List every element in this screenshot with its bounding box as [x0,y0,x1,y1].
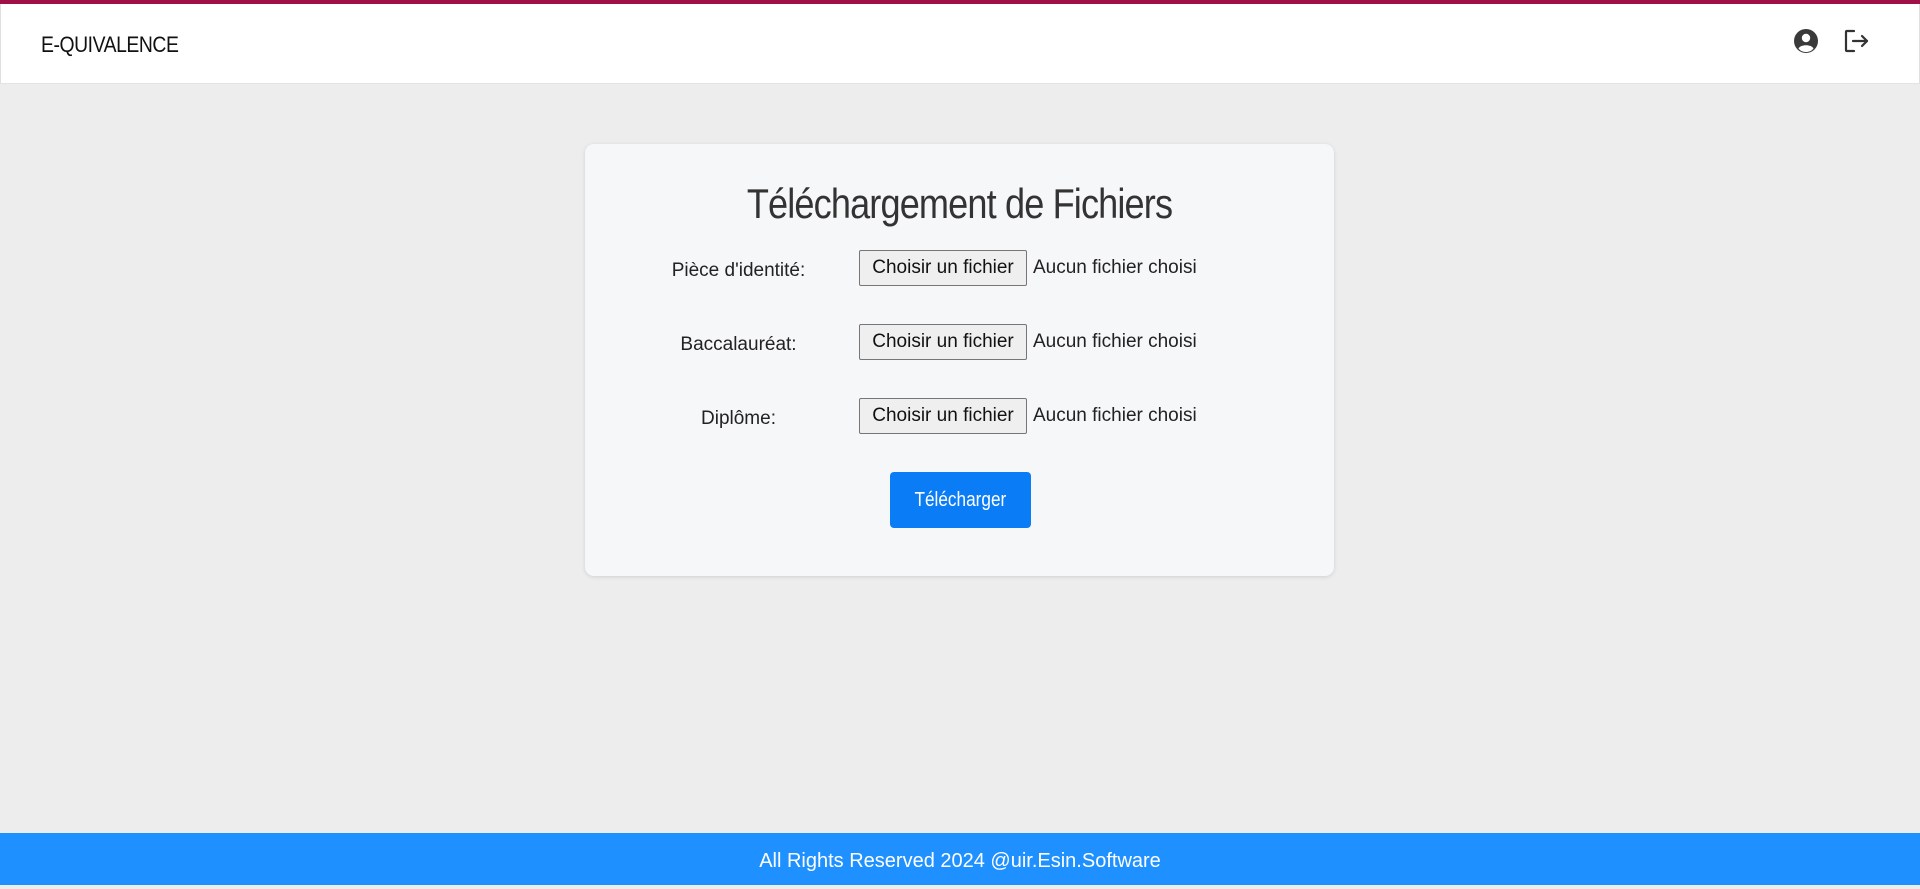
field-label-identity: Pièce d'identité: [671,260,806,281]
field-label-diplome: Diplôme: [701,408,776,429]
footer: All Rights Reserved 2024 @uir.Esin.Softw… [0,833,1920,885]
field-row-identity: Pièce d'identité: Choisir un fichier Auc… [585,250,1334,290]
header: E-QUIVALENCE [0,4,1920,84]
field-label-baccalaureat: Baccalauréat: [680,334,797,355]
upload-submit-button[interactable]: Télécharger [890,472,1031,528]
choose-file-baccalaureat-button[interactable]: Choisir un fichier [859,324,1027,360]
logout-icon[interactable] [1842,26,1872,56]
file-status-baccalaureat: Aucun fichier choisi [1033,331,1197,352]
field-row-diplome: Diplôme: Choisir un fichier Aucun fichie… [585,398,1334,438]
page-title: Téléchargement de Fichiers [746,180,1173,227]
brand-logo-text[interactable]: E-QUIVALENCE [41,32,179,58]
user-circle-icon[interactable] [1791,26,1821,56]
file-status-identity: Aucun fichier choisi [1033,257,1197,278]
file-status-diplome: Aucun fichier choisi [1033,405,1197,426]
choose-file-diplome-button[interactable]: Choisir un fichier [859,398,1027,434]
field-row-baccalaureat: Baccalauréat: Choisir un fichier Aucun f… [585,324,1334,364]
footer-copyright: All Rights Reserved 2024 @uir.Esin.Softw… [759,850,1161,872]
upload-card: Téléchargement de Fichiers Pièce d'ident… [585,144,1334,576]
upload-submit-label: Télécharger [914,488,1007,511]
choose-file-identity-button[interactable]: Choisir un fichier [859,250,1027,286]
